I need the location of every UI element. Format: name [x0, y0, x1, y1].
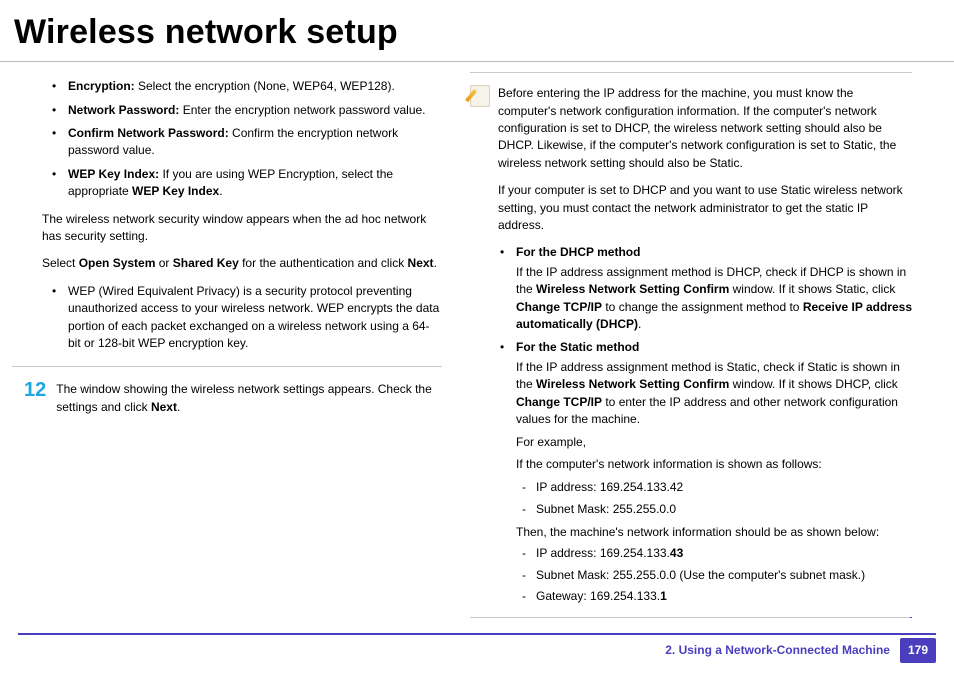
left-column: Encryption: Select the encryption (None,… — [12, 72, 442, 618]
auth-instruction: Select Open System or Shared Key for the… — [42, 255, 442, 272]
item-tail: . — [219, 184, 222, 198]
item-label: Network Password: — [68, 103, 179, 117]
change-tcpip-label: Change TCP/IP — [516, 395, 602, 409]
static-method: For the Static method If the IP address … — [500, 339, 912, 473]
text-fragment: or — [155, 256, 172, 270]
item-text: Select the encryption (None, WEP64, WEP1… — [135, 79, 395, 93]
machine-network-info: IP address: 169.254.133.43 Subnet Mask: … — [522, 545, 912, 605]
note-block: Before entering the IP address for the m… — [470, 85, 912, 234]
open-system-label: Open System — [79, 256, 156, 270]
note-paragraph: If your computer is set to DHCP and you … — [498, 182, 912, 234]
next-label: Next — [151, 400, 177, 414]
text-fragment: to change the assignment method to — [602, 300, 803, 314]
paragraph: The wireless network security window app… — [42, 211, 442, 246]
section-divider — [12, 366, 442, 367]
note-icon — [470, 85, 490, 107]
bold-number: 1 — [660, 589, 667, 603]
page-number: 179 — [900, 638, 936, 663]
item-bold-tail: WEP Key Index — [132, 184, 219, 198]
list-item: Gateway: 169.254.133.1 — [522, 588, 912, 605]
computer-network-info: IP address: 169.254.133.42 Subnet Mask: … — [522, 479, 912, 518]
list-item: Network Password: Enter the encryption n… — [52, 102, 442, 119]
method-heading: For the DHCP method — [516, 245, 640, 259]
change-tcpip-label: Change TCP/IP — [516, 300, 602, 314]
method-list: For the DHCP method If the IP address as… — [500, 244, 912, 473]
text-fragment: window. If it shows Static, click — [729, 282, 895, 296]
page-title: Wireless network setup — [0, 0, 954, 62]
list-item: Subnet Mask: 255.255.0.0 — [522, 501, 912, 518]
encryption-options-list: Encryption: Select the encryption (None,… — [52, 78, 442, 200]
step-number: 12 — [24, 379, 46, 416]
text-fragment: window. If it shows DHCP, click — [729, 377, 898, 391]
footer-divider — [18, 633, 936, 635]
section-divider — [470, 617, 912, 618]
method-heading: For the Static method — [516, 340, 639, 354]
content-columns: Encryption: Select the encryption (None,… — [0, 62, 954, 618]
item-text: Enter the encryption network password va… — [179, 103, 425, 117]
text-fragment: . — [434, 256, 437, 270]
text-fragment: Select — [42, 256, 79, 270]
text-fragment: . — [638, 317, 641, 331]
list-item: IP address: 169.254.133.42 — [522, 479, 912, 496]
window-name: Wireless Network Setting Confirm — [536, 282, 729, 296]
example-label: For example, — [516, 434, 912, 451]
wep-explain-list: WEP (Wired Equivalent Privacy) is a secu… — [52, 283, 442, 353]
window-name: Wireless Network Setting Confirm — [536, 377, 729, 391]
list-item: Subnet Mask: 255.255.0.0 (Use the comput… — [522, 567, 912, 584]
dhcp-method: For the DHCP method If the IP address as… — [500, 244, 912, 333]
note-body: Before entering the IP address for the m… — [498, 85, 912, 234]
note-paragraph: Before entering the IP address for the m… — [498, 85, 912, 172]
step-text: The window showing the wireless network … — [56, 379, 442, 416]
text-fragment: The window showing the wireless network … — [56, 382, 432, 413]
method-body: If the IP address assignment method is S… — [516, 359, 912, 429]
chapter-label: 2. Using a Network-Connected Machine — [665, 642, 890, 659]
text-fragment: . — [177, 400, 180, 414]
item-label: Encryption: — [68, 79, 135, 93]
right-column: Before entering the IP address for the m… — [470, 72, 912, 618]
item-label: Confirm Network Password: — [68, 126, 229, 140]
text-fragment: for the authentication and click — [239, 256, 408, 270]
list-item: IP address: 169.254.133.43 — [522, 545, 912, 562]
item-label: WEP Key Index: — [68, 167, 159, 181]
page-footer: 2. Using a Network-Connected Machine 179 — [665, 638, 936, 663]
list-item: WEP Key Index: If you are using WEP Encr… — [52, 166, 442, 201]
text-fragment: Gateway: 169.254.133. — [536, 589, 660, 603]
method-body: If the IP address assignment method is D… — [516, 264, 912, 334]
shared-key-label: Shared Key — [173, 256, 239, 270]
section-divider — [470, 72, 912, 73]
bold-number: 43 — [670, 546, 683, 560]
then-line: Then, the machine's network information … — [516, 524, 912, 541]
step-12: 12 The window showing the wireless netwo… — [24, 379, 442, 416]
list-item: Confirm Network Password: Confirm the en… — [52, 125, 442, 160]
example-intro: If the computer's network information is… — [516, 456, 912, 473]
list-item: WEP (Wired Equivalent Privacy) is a secu… — [52, 283, 442, 353]
next-label: Next — [408, 256, 434, 270]
text-fragment: IP address: 169.254.133. — [536, 546, 670, 560]
list-item: Encryption: Select the encryption (None,… — [52, 78, 442, 95]
